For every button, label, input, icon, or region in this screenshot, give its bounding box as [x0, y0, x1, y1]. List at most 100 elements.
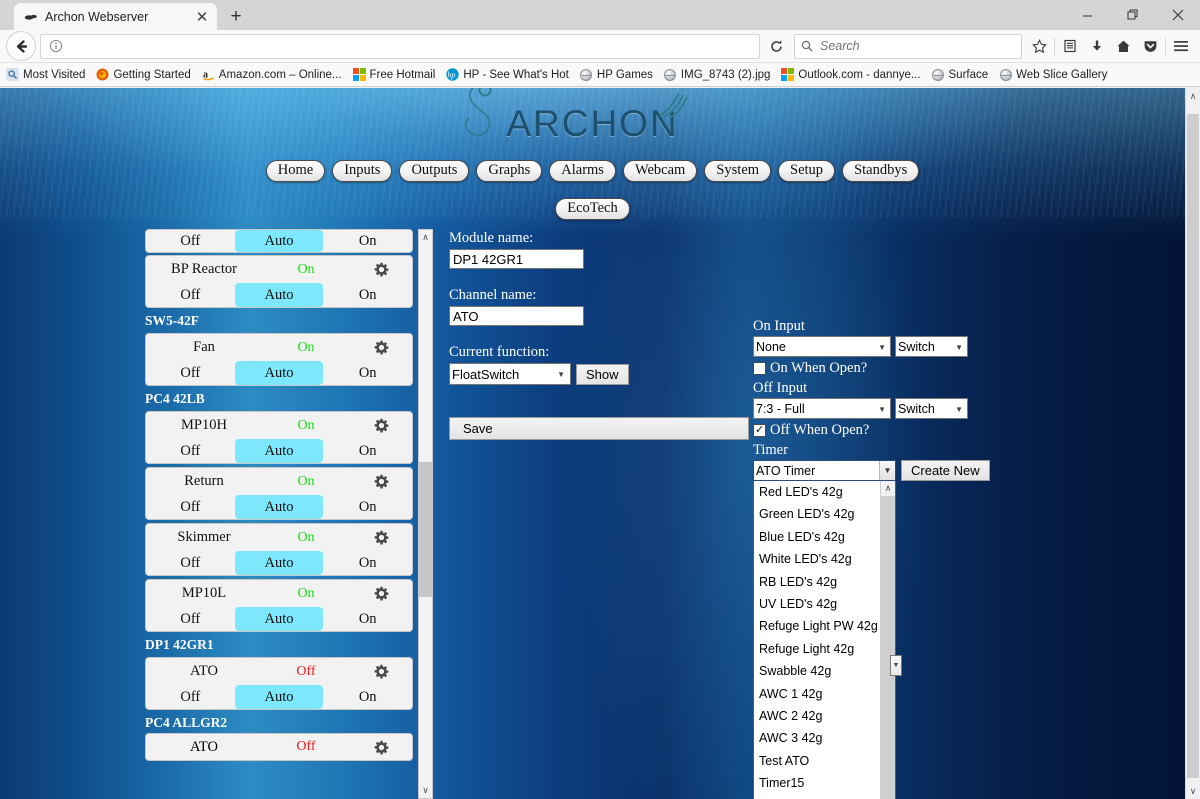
- show-button[interactable]: Show: [576, 363, 629, 385]
- mode-off[interactable]: Off: [146, 685, 235, 709]
- close-button[interactable]: [1155, 0, 1200, 30]
- bookmark-outlook[interactable]: Outlook.com - dannye...: [781, 68, 921, 81]
- mode-on[interactable]: On: [323, 551, 412, 575]
- bookmark-free-hotmail[interactable]: Free Hotmail: [352, 68, 435, 81]
- timer-option[interactable]: RB LED's 42g: [754, 571, 882, 593]
- page-scroll-down-arrow[interactable]: ∨: [1186, 783, 1200, 799]
- search-bar[interactable]: [794, 33, 1022, 59]
- bookmark-getting-started[interactable]: Getting Started: [96, 68, 191, 81]
- nav-outputs[interactable]: Outputs: [399, 160, 470, 182]
- nav-standbys[interactable]: Standbys: [842, 160, 920, 182]
- mode-off[interactable]: Off: [146, 439, 235, 463]
- mode-auto[interactable]: Auto: [234, 230, 324, 252]
- mode-on[interactable]: On: [323, 230, 412, 252]
- timer-option[interactable]: AWC 2 42g: [754, 705, 882, 727]
- reading-list-icon[interactable]: [1056, 32, 1083, 60]
- home-icon[interactable]: [1110, 32, 1137, 60]
- mode-off[interactable]: Off: [146, 230, 235, 252]
- nav-graphs[interactable]: Graphs: [476, 160, 543, 182]
- gear-icon[interactable]: [350, 340, 412, 355]
- bookmark-star-icon[interactable]: [1026, 32, 1053, 60]
- on-when-open-checkbox[interactable]: [753, 362, 766, 375]
- nav-ecotech[interactable]: EcoTech: [555, 198, 630, 220]
- timer-option[interactable]: Refuge Light PW 42g: [754, 615, 882, 637]
- bookmark-surface[interactable]: Surface: [932, 68, 988, 81]
- mode-on[interactable]: On: [323, 495, 412, 519]
- timer-list-scrollbar[interactable]: ∧ ∨: [880, 481, 895, 799]
- timer-option[interactable]: AWC 3 42g: [754, 727, 882, 749]
- gear-icon[interactable]: [350, 262, 412, 277]
- mode-off[interactable]: Off: [146, 495, 235, 519]
- timer-option[interactable]: UV LED's 42g: [754, 593, 882, 615]
- nav-system[interactable]: System: [704, 160, 772, 182]
- scroll-thumb[interactable]: [881, 496, 895, 799]
- url-input[interactable]: [67, 38, 755, 54]
- scroll-thumb[interactable]: [419, 462, 432, 597]
- nav-webcam[interactable]: Webcam: [622, 160, 698, 182]
- mode-auto[interactable]: Auto: [234, 439, 324, 463]
- mode-auto[interactable]: Auto: [234, 361, 324, 385]
- mode-on[interactable]: On: [323, 607, 412, 631]
- timer-option[interactable]: White LED's 42g: [754, 548, 882, 570]
- timer-option[interactable]: Refuge Light 42g: [754, 638, 882, 660]
- scroll-up-arrow[interactable]: ∧: [419, 230, 432, 245]
- downloads-icon[interactable]: [1083, 32, 1110, 60]
- mode-off[interactable]: Off: [146, 283, 235, 307]
- pocket-icon[interactable]: [1137, 32, 1164, 60]
- off-input-type-select[interactable]: Switch ▼: [895, 398, 968, 419]
- off-input-select[interactable]: 7:3 - Full ▼: [753, 398, 891, 419]
- back-button[interactable]: [6, 31, 36, 61]
- gear-icon[interactable]: [350, 740, 412, 755]
- bookmark-hp-whats-hot[interactable]: hp HP - See What's Hot: [446, 68, 569, 81]
- scroll-down-arrow[interactable]: ∨: [419, 783, 432, 798]
- nav-setup[interactable]: Setup: [778, 160, 836, 182]
- timer-select[interactable]: ATO Timer ▼: [753, 460, 896, 481]
- off-when-open-checkbox[interactable]: ✓: [753, 424, 766, 437]
- mode-auto[interactable]: Auto: [234, 607, 324, 631]
- mode-auto[interactable]: Auto: [234, 551, 324, 575]
- gear-icon[interactable]: [350, 586, 412, 601]
- gear-icon[interactable]: [350, 530, 412, 545]
- timer-option[interactable]: Timer16: [754, 794, 882, 799]
- search-input[interactable]: [818, 38, 1015, 54]
- occluded-select[interactable]: ▼: [890, 655, 902, 676]
- timer-option[interactable]: Swabble 42g: [754, 660, 882, 682]
- mode-auto[interactable]: Auto: [234, 495, 324, 519]
- mode-off[interactable]: Off: [146, 607, 235, 631]
- mode-auto[interactable]: Auto: [234, 685, 324, 709]
- page-scroll-thumb[interactable]: [1187, 114, 1199, 778]
- new-tab-button[interactable]: +: [223, 4, 249, 30]
- identity-icon[interactable]: [45, 39, 67, 53]
- channel-name-input[interactable]: [449, 306, 584, 326]
- page-scroll-up-arrow[interactable]: ∧: [1186, 88, 1200, 104]
- create-new-button[interactable]: Create New: [901, 460, 990, 481]
- mode-off[interactable]: Off: [146, 361, 235, 385]
- gear-icon[interactable]: [350, 474, 412, 489]
- timer-option[interactable]: Blue LED's 42g: [754, 526, 882, 548]
- menu-icon[interactable]: [1167, 32, 1194, 60]
- timer-option[interactable]: Test ATO: [754, 750, 882, 772]
- on-input-type-select[interactable]: Switch ▼: [895, 336, 968, 357]
- mode-on[interactable]: On: [323, 361, 412, 385]
- mode-auto[interactable]: Auto: [234, 283, 324, 307]
- tab-close-icon[interactable]: ✕: [193, 8, 211, 26]
- bookmark-most-visited[interactable]: Most Visited: [6, 68, 85, 81]
- browser-tab[interactable]: Archon Webserver ✕: [14, 3, 217, 30]
- gear-icon[interactable]: [350, 418, 412, 433]
- timer-option[interactable]: Timer15: [754, 772, 882, 794]
- module-name-input[interactable]: [449, 249, 584, 269]
- device-list-scrollbar[interactable]: ∧ ∨: [418, 229, 433, 799]
- save-button[interactable]: Save: [449, 417, 749, 440]
- mode-off[interactable]: Off: [146, 551, 235, 575]
- timer-dropdown-list[interactable]: Red LED's 42g Green LED's 42g Blue LED's…: [753, 481, 896, 799]
- timer-option[interactable]: AWC 1 42g: [754, 683, 882, 705]
- scroll-up-arrow[interactable]: ∧: [881, 481, 895, 496]
- nav-alarms[interactable]: Alarms: [549, 160, 616, 182]
- current-function-select[interactable]: FloatSwitch ▼: [449, 363, 571, 385]
- nav-inputs[interactable]: Inputs: [332, 160, 393, 182]
- mode-on[interactable]: On: [323, 685, 412, 709]
- bookmark-amazon[interactable]: a Amazon.com – Online...: [202, 68, 342, 81]
- maximize-button[interactable]: [1110, 0, 1155, 30]
- reload-button[interactable]: [762, 32, 790, 60]
- chevron-down-icon[interactable]: ▼: [879, 461, 895, 480]
